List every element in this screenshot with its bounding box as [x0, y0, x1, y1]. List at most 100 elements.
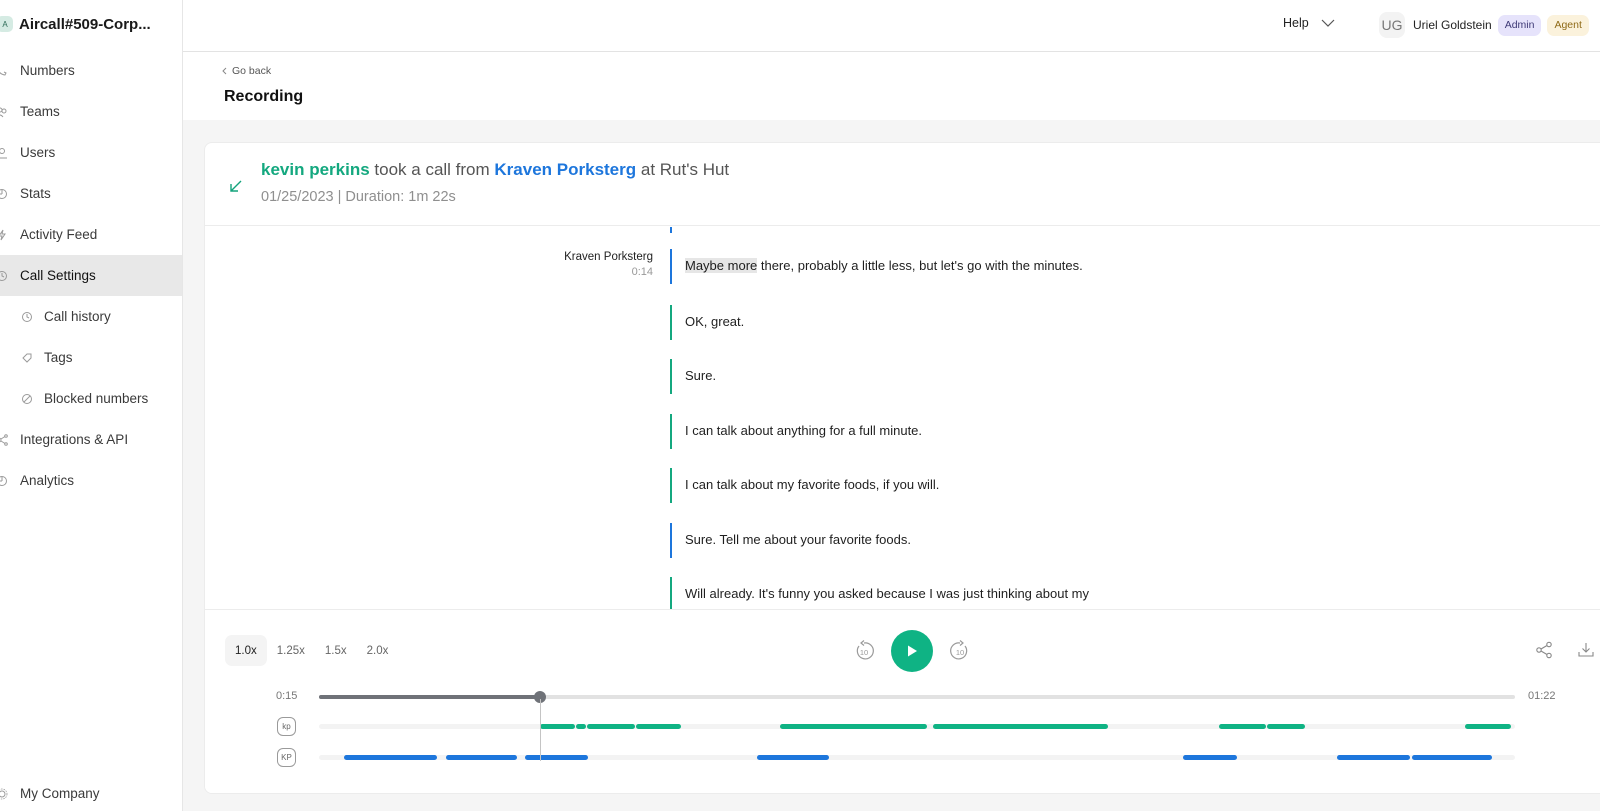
utterance-text: Sure. Tell me about your favorite foods.: [685, 532, 911, 547]
user-menu[interactable]: UG Uriel Goldstein Admin Agent: [1379, 12, 1589, 38]
speech-segment[interactable]: [524, 755, 588, 760]
call-location: at Rut's Hut: [640, 160, 730, 179]
sidebar-item-call-history[interactable]: Call history: [0, 296, 182, 337]
speaker-track-avatar: KP: [277, 748, 296, 767]
speech-segment[interactable]: [446, 755, 517, 760]
speech-segment[interactable]: [1464, 724, 1512, 729]
play-icon: [908, 645, 917, 657]
call-description: kevin perkins took a call from Kraven Po…: [261, 160, 729, 180]
org-name: Aircall#509-Corp...: [19, 15, 151, 33]
phone-icon: [0, 71, 7, 76]
share-icon[interactable]: [1535, 641, 1553, 659]
top-bar: Help UG Uriel Goldstein Admin Agent: [183, 0, 1600, 52]
speech-segment[interactable]: [539, 724, 576, 729]
role-badge-agent: Agent: [1547, 14, 1589, 36]
utterance-body: there, probably a little less, but let's…: [757, 258, 1083, 273]
contact-name[interactable]: Kraven Porksterg: [494, 160, 636, 179]
utterance-body: Sure.: [685, 368, 717, 383]
utterance-timestamp[interactable]: 0:14: [564, 266, 653, 278]
sidebar-item-integrations-api[interactable]: Integrations & API: [0, 419, 182, 460]
utterance-text: Will already. It's funny you asked becau…: [685, 586, 1089, 601]
utterance-text: Maybe more there, probably a little less…: [685, 258, 1083, 273]
sidebar-item-activity-feed[interactable]: Activity Feed: [0, 214, 182, 255]
svg-text:10: 10: [956, 648, 964, 657]
utterance-body: OK, great.: [685, 314, 745, 329]
user-name: Uriel Goldstein: [1413, 18, 1492, 32]
speed-option-2-0x[interactable]: 2.0x: [357, 635, 399, 666]
speaker-label: Kraven Porksterg 0:14: [564, 251, 653, 278]
transcript[interactable]: Kraven Porksterg 0:14 Maybe more there, pr…: [205, 227, 1600, 609]
speaker-track[interactable]: [319, 755, 1515, 760]
help-menu[interactable]: Help: [1283, 16, 1335, 30]
sidebar-item-label: Blocked numbers: [44, 391, 149, 406]
progress-slider[interactable]: [319, 691, 1515, 703]
go-back-link[interactable]: Go back: [222, 65, 271, 77]
utterance-marker: [670, 227, 672, 233]
speed-option-1-25x[interactable]: 1.25x: [267, 635, 315, 666]
audio-player: 1.0x 1.25x 1.5x 2.0x 10 10 0:15 01:22 kp…: [205, 609, 1600, 793]
download-icon[interactable]: [1577, 641, 1595, 659]
sidebar-item-analytics[interactable]: Analytics: [0, 460, 182, 501]
speech-segment[interactable]: [576, 724, 586, 729]
org-switcher[interactable]: A Aircall#509-Corp...: [0, 12, 151, 36]
speech-segment[interactable]: [1412, 755, 1492, 760]
speaker-marker: [670, 468, 672, 503]
speech-segment[interactable]: [635, 724, 682, 729]
speech-segment[interactable]: [1267, 724, 1305, 729]
speech-segment[interactable]: [757, 755, 829, 760]
sidebar: A Aircall#509-Corp... Numbers Teams Users S…: [0, 0, 183, 811]
sidebar-item-users[interactable]: Users: [0, 132, 182, 173]
sidebar-item-label: My Company: [20, 786, 100, 801]
skip-back-10-icon[interactable]: 10: [853, 640, 875, 662]
speech-segment[interactable]: [1337, 755, 1410, 760]
total-time: 01:22: [1528, 690, 1556, 702]
page-title: Recording: [224, 88, 304, 105]
inbound-call-icon: [230, 180, 242, 192]
sidebar-item-label: Analytics: [20, 473, 75, 488]
speech-segment[interactable]: [779, 724, 927, 729]
sidebar-item-teams[interactable]: Teams: [0, 91, 182, 132]
speaker-marker: [670, 249, 672, 284]
app-root: A Aircall#509-Corp... Numbers Teams Users S…: [0, 0, 1600, 811]
gear-icon: [0, 788, 8, 799]
utterance-text: Sure.: [685, 368, 716, 383]
speaker-marker: [670, 359, 672, 394]
speech-segment[interactable]: [932, 724, 1109, 729]
playhead-line: [540, 699, 542, 761]
sidebar-item-tags[interactable]: Tags: [0, 337, 182, 378]
utterance-text: I can talk about anything for a full min…: [685, 423, 922, 438]
go-back-label: Go back: [232, 65, 272, 77]
sidebar-item-my-company[interactable]: My Company: [0, 773, 182, 811]
sidebar-item-call-settings[interactable]: Call Settings: [0, 255, 182, 296]
utterance-body: I can talk about my favorite foods, if y…: [685, 477, 940, 492]
speech-segment[interactable]: [343, 755, 438, 760]
sidebar-item-label: Numbers: [20, 63, 75, 78]
speech-segment[interactable]: [586, 724, 635, 729]
org-avatar: A: [0, 16, 13, 32]
skip-forward-10-icon[interactable]: 10: [949, 640, 971, 662]
current-word-highlight: Maybe more: [685, 258, 758, 273]
sidebar-item-label: Tags: [44, 350, 73, 365]
history-icon: [22, 311, 32, 322]
sidebar-item-label: Activity Feed: [20, 227, 98, 242]
play-button[interactable]: [891, 630, 933, 672]
speaker-marker: [670, 523, 672, 558]
speed-option-1-5x[interactable]: 1.5x: [315, 635, 357, 666]
progress-fill: [319, 695, 541, 699]
speaker-name: Kraven Porksterg: [564, 251, 653, 263]
chevron-left-icon: [222, 67, 227, 75]
speaker-track[interactable]: [319, 724, 1515, 729]
speech-segment[interactable]: [1182, 755, 1237, 760]
sidebar-item-numbers[interactable]: Numbers: [0, 50, 182, 91]
role-badge-admin: Admin: [1497, 14, 1542, 36]
svg-text:10: 10: [860, 648, 868, 657]
speaker-track-avatar: kp: [277, 717, 296, 736]
sidebar-item-blocked-numbers[interactable]: Blocked numbers: [0, 378, 182, 419]
activity-icon: [0, 229, 6, 240]
speed-option-1-0x[interactable]: 1.0x: [225, 635, 267, 666]
sidebar-item-stats[interactable]: Stats: [0, 173, 182, 214]
stats-icon: [0, 188, 7, 199]
speech-segment[interactable]: [1219, 724, 1266, 729]
agent-name[interactable]: kevin perkins: [261, 160, 370, 179]
call-meta: 01/25/2023 | Duration: 1m 22s: [261, 189, 456, 205]
